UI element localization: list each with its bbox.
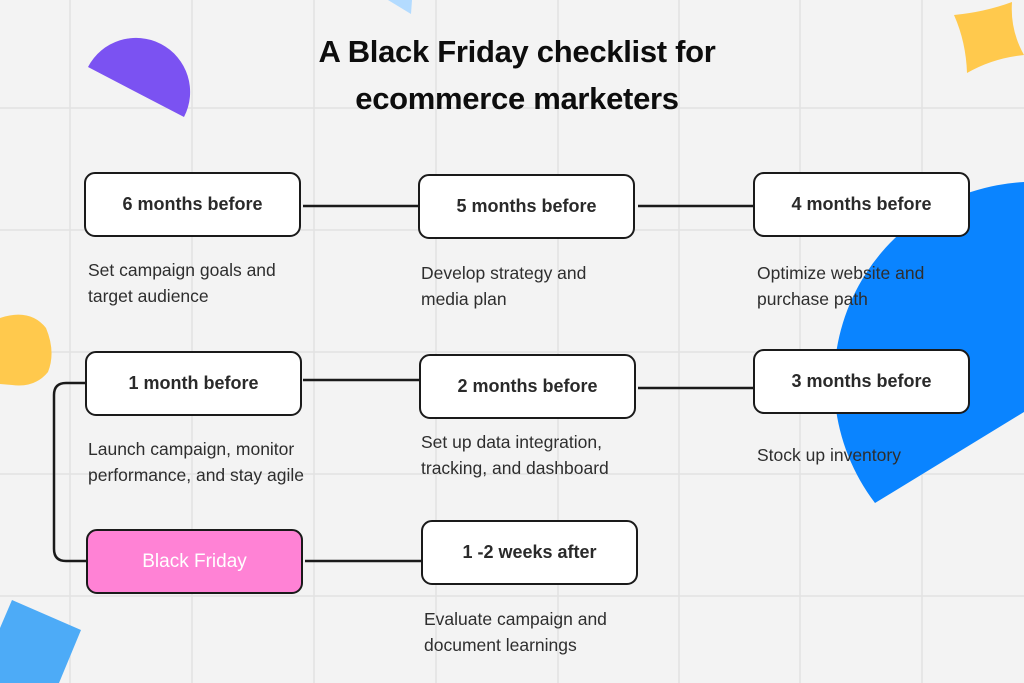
page-title: A Black Friday checklist for ecommerce m… — [212, 28, 822, 122]
step-1-2-weeks-description: Evaluate campaign and document learnings — [424, 606, 684, 658]
purple-semicircle-shape — [88, 37, 191, 117]
step-2-months-before: 2 months before — [419, 354, 636, 419]
title-line-1: A Black Friday checklist for — [318, 34, 716, 69]
step-6-months-description: Set campaign goals and target audience — [88, 257, 348, 309]
step-black-friday: Black Friday — [86, 529, 303, 594]
yellow-blob-shape — [0, 314, 52, 386]
step-5-months-description: Develop strategy and media plan — [421, 260, 681, 312]
step-1-2-weeks-after: 1 -2 weeks after — [421, 520, 638, 585]
step-1-month-before: 1 month before — [85, 351, 302, 416]
step-4-months-before: 4 months before — [753, 172, 970, 237]
step-3-months-description: Stock up inventory — [757, 442, 1017, 468]
step-5-months-before: 5 months before — [418, 174, 635, 239]
connector-1-to-bf — [52, 381, 86, 563]
desc-line: Set up data integration, — [421, 432, 602, 452]
title-line-2: ecommerce marketers — [355, 81, 679, 116]
desc-line: target audience — [88, 286, 209, 306]
desc-line: performance, and stay agile — [88, 465, 304, 485]
desc-line: Stock up inventory — [757, 445, 901, 465]
yellow-star-shape — [954, 2, 1024, 73]
desc-line: tracking, and dashboard — [421, 458, 609, 478]
step-4-months-description: Optimize website and purchase path — [757, 260, 1017, 312]
desc-line: Launch campaign, monitor — [88, 439, 295, 459]
desc-line: Evaluate campaign and — [424, 609, 607, 629]
desc-line: purchase path — [757, 289, 868, 309]
desc-line: Set campaign goals and — [88, 260, 276, 280]
desc-line: document learnings — [424, 635, 577, 655]
desc-line: Optimize website and — [757, 263, 925, 283]
step-1-month-description: Launch campaign, monitor performance, an… — [88, 436, 348, 488]
step-3-months-before: 3 months before — [753, 349, 970, 414]
pale-blue-triangle-shape — [388, 0, 412, 14]
step-6-months-before: 6 months before — [84, 172, 301, 237]
desc-line: Develop strategy and — [421, 263, 587, 283]
desc-line: media plan — [421, 289, 507, 309]
light-blue-square-shape — [0, 600, 81, 683]
step-2-months-description: Set up data integration, tracking, and d… — [421, 429, 681, 481]
